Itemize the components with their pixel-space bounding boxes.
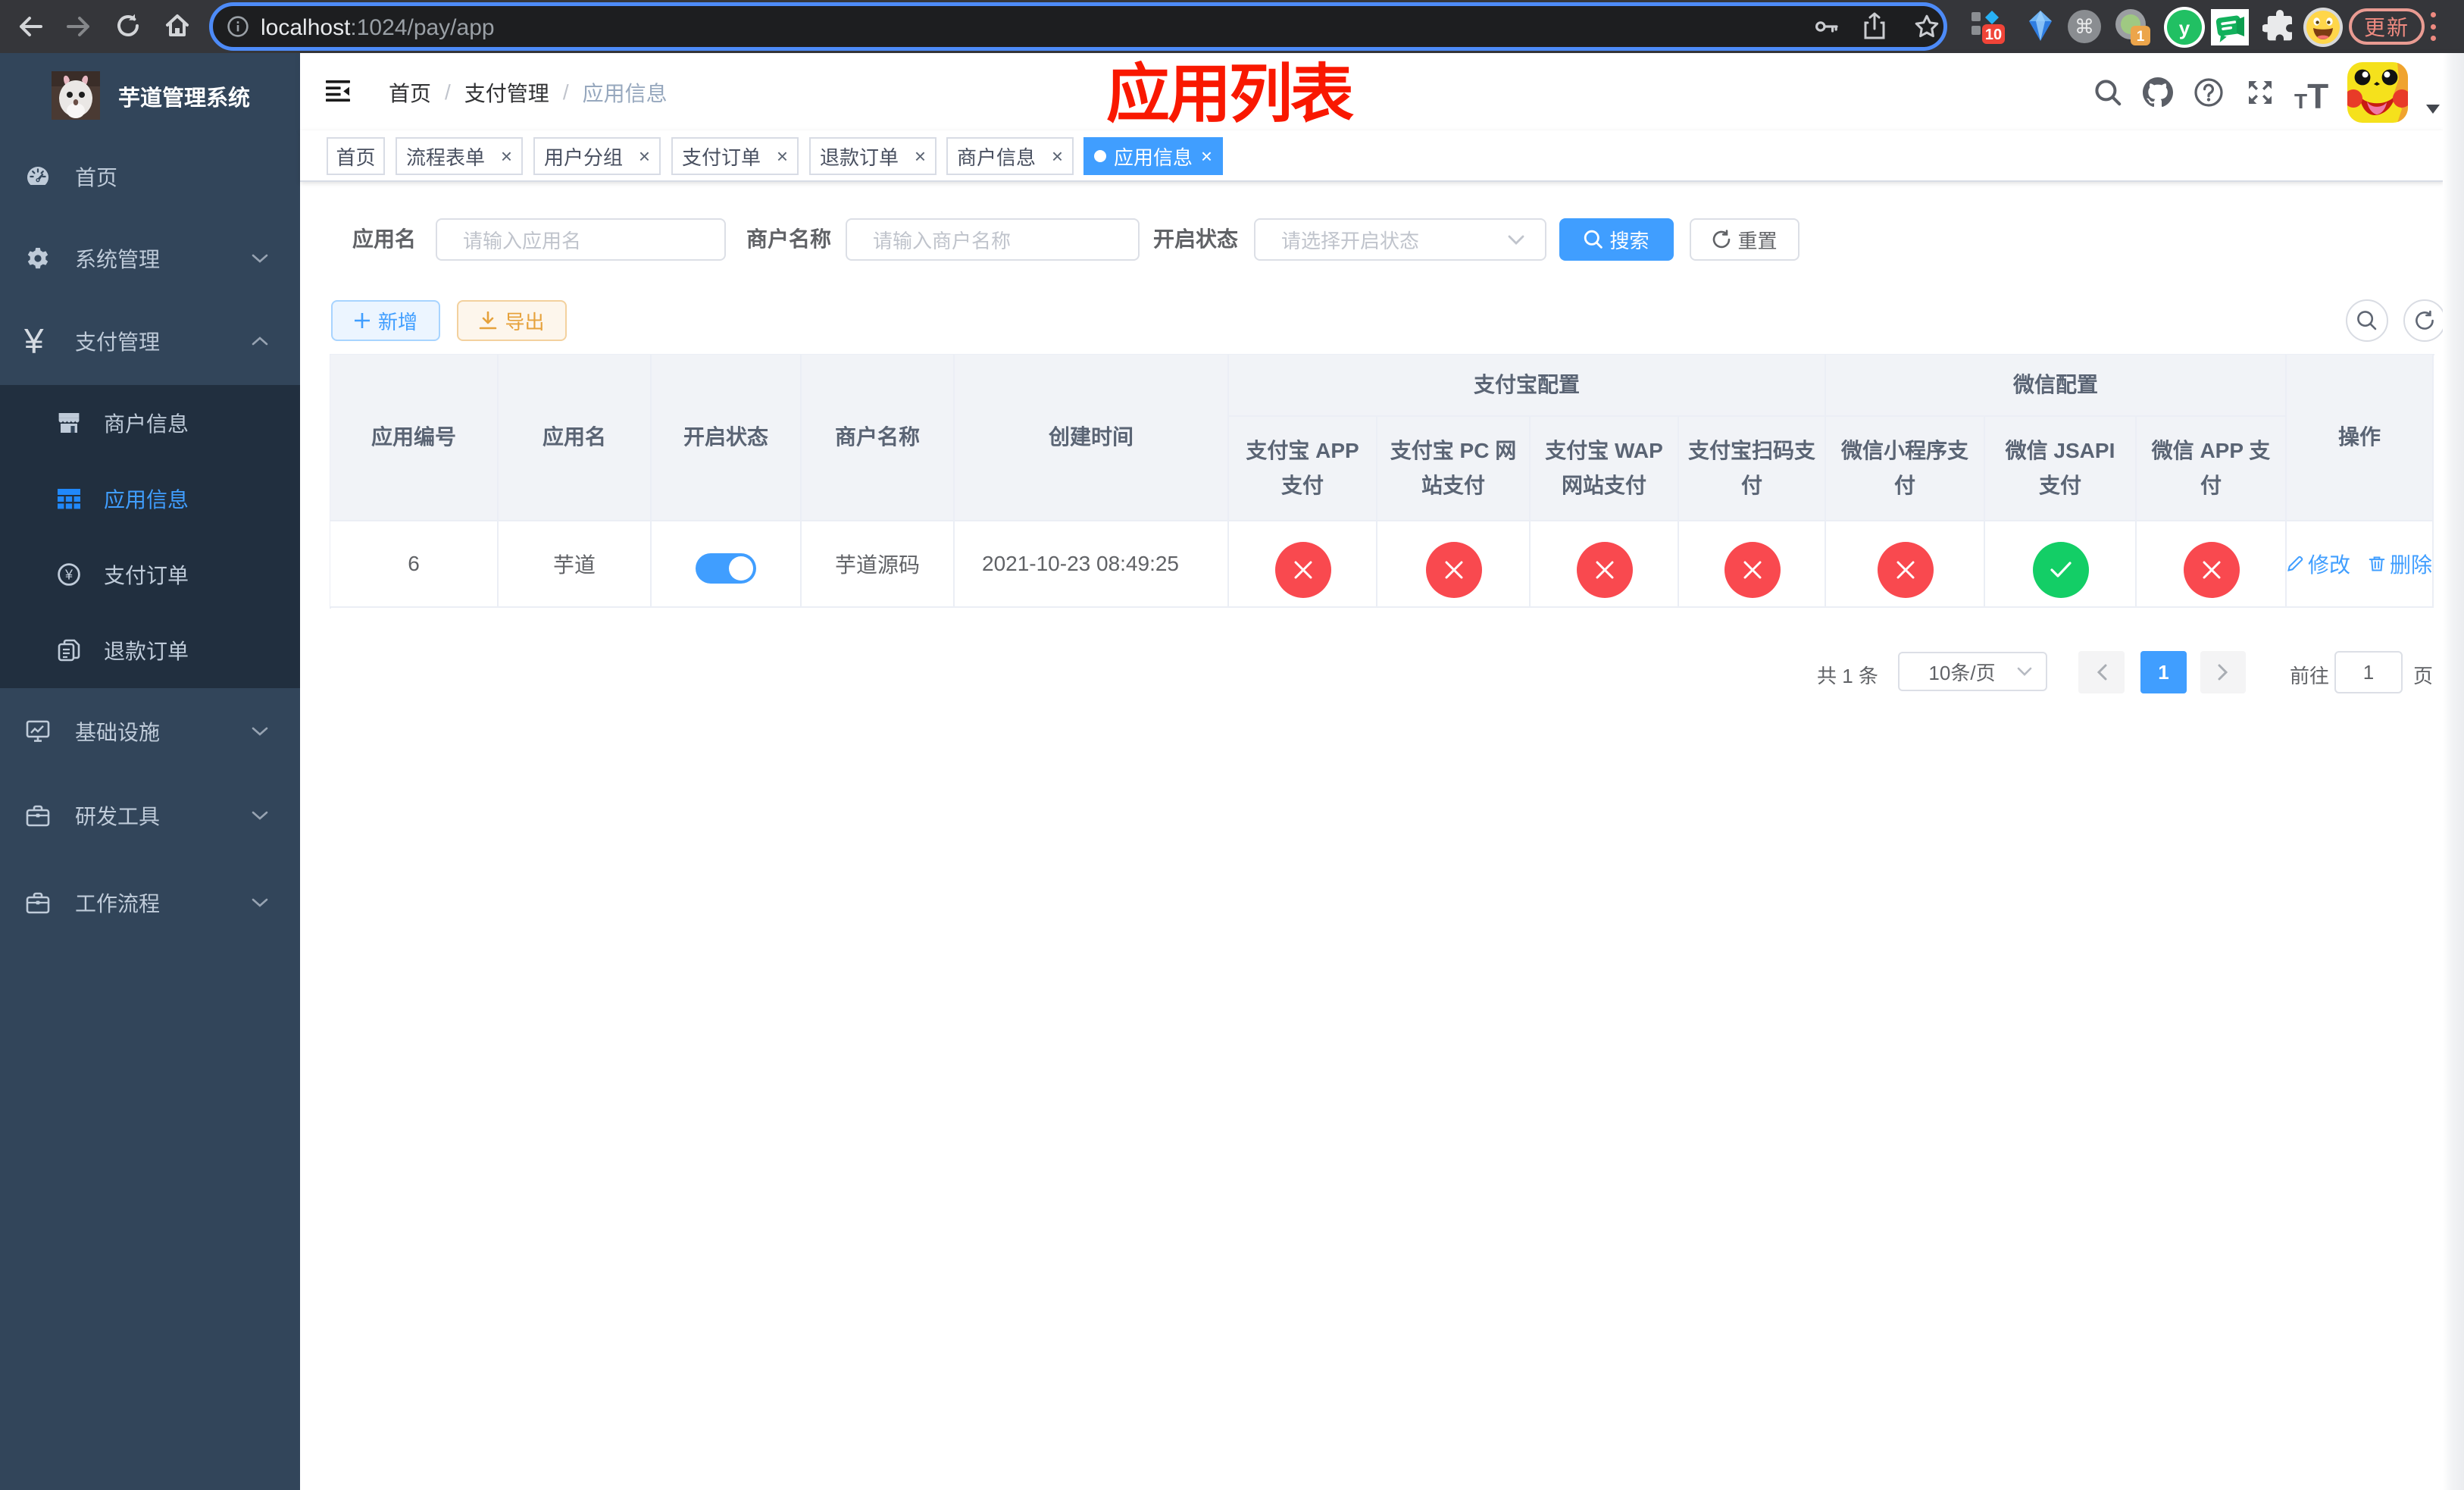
svg-text:¥: ¥ — [64, 568, 73, 583]
svg-text:⌘: ⌘ — [2075, 15, 2094, 38]
svg-text:y: y — [2179, 17, 2190, 39]
svg-text:10: 10 — [1985, 27, 2002, 43]
svg-text:1: 1 — [2137, 29, 2145, 45]
